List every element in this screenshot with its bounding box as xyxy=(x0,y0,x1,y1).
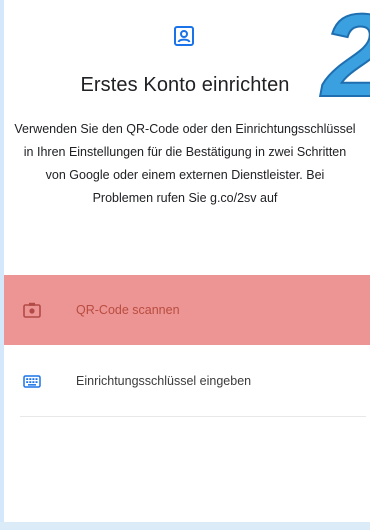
option-divider xyxy=(20,416,366,417)
keyboard-icon xyxy=(23,375,41,388)
step-number-text: 2 xyxy=(320,4,370,102)
setup-description: Verwenden Sie den QR-Code oder den Einri… xyxy=(14,122,356,205)
page-title: Erstes Konto einrichten xyxy=(80,74,290,96)
scan-qr-code-label: QR-Code scannen xyxy=(76,303,180,317)
bottom-frame-edge xyxy=(0,522,370,530)
enter-setup-key-label: Einrichtungsschlüssel eingeben xyxy=(76,374,252,388)
account-box-icon xyxy=(174,26,194,46)
camera-icon xyxy=(23,302,41,318)
scan-qr-code-option[interactable]: QR-Code scannen xyxy=(4,275,370,345)
step-number-overlay: 2 xyxy=(319,4,370,102)
enter-setup-key-option[interactable]: Einrichtungsschlüssel eingeben xyxy=(4,346,370,416)
